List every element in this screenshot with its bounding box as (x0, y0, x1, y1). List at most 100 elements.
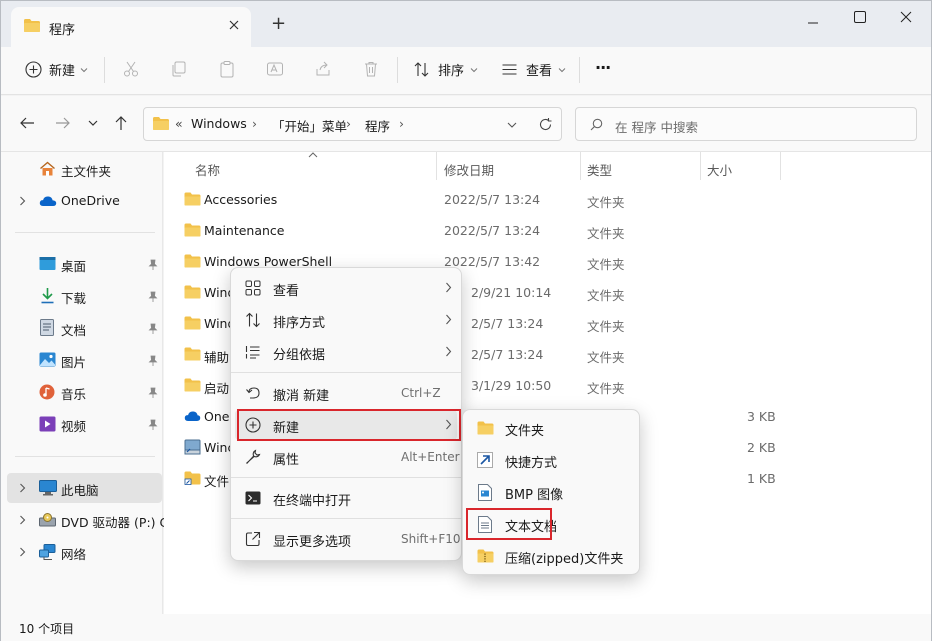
highlight-box-text-document (466, 508, 552, 540)
breadcrumb-overflow[interactable]: « (175, 116, 183, 131)
close-window-icon[interactable] (899, 10, 913, 24)
chevron-right-icon (445, 346, 452, 357)
pin-icon[interactable] (148, 259, 158, 271)
column-divider[interactable] (780, 152, 781, 180)
nav-item-network[interactable]: 网络 (1, 537, 163, 567)
menu-item-sort[interactable]: 排序方式 (235, 305, 457, 335)
breadcrumb-separator: › (399, 116, 404, 131)
nav-item-onedrive[interactable]: OneDrive (1, 186, 163, 216)
nav-item-music[interactable]: 音乐 (1, 377, 163, 407)
nav-item-downloads[interactable]: 下载 (1, 281, 163, 311)
menu-label: 显示更多选项 (273, 535, 352, 550)
music-icon (39, 384, 55, 400)
back-arrow-icon[interactable] (19, 116, 35, 130)
nav-item-documents[interactable]: 文档 (1, 313, 163, 343)
sort-icon (245, 312, 261, 328)
file-date: 2/9/21 10:14 (471, 285, 552, 300)
submenu-item-folder[interactable]: 文件夹 (467, 413, 635, 443)
toolbar-divider (579, 57, 580, 83)
nav-item-videos[interactable]: 视频 (1, 409, 163, 439)
navigation-pane: 主文件夹 OneDrive 桌面 下载 文档 图片 音乐 视频 此电脑 DVD … (1, 152, 168, 614)
forward-arrow-icon[interactable] (55, 116, 71, 130)
folder-icon (477, 421, 494, 435)
column-header-date[interactable]: 修改日期 (444, 160, 494, 179)
nav-item-desktop[interactable]: 桌面 (1, 249, 163, 279)
address-dropdown-icon[interactable] (506, 121, 518, 129)
nav-item-this-pc[interactable]: 此电脑 (7, 473, 162, 503)
file-size: 2 KB (747, 440, 776, 455)
nav-label-downloads: 下载 (61, 291, 87, 306)
menu-label: 在终端中打开 (273, 494, 352, 509)
search-box[interactable]: 在 程序 中搜索 (575, 107, 917, 141)
shortcut-arrow-icon (477, 452, 493, 468)
terminal-icon (245, 490, 261, 506)
minimize-icon[interactable] (806, 16, 820, 30)
file-date: 2022/5/7 13:24 (444, 192, 541, 207)
delete-icon[interactable] (362, 60, 380, 78)
up-arrow-icon[interactable] (114, 115, 128, 131)
table-row[interactable]: Accessories 2022/5/7 13:24 文件夹 (164, 184, 931, 215)
file-date: 2/5/7 13:24 (471, 316, 544, 331)
column-divider[interactable] (700, 152, 701, 180)
copy-icon[interactable] (170, 60, 188, 78)
new-button-label: 新建 (49, 64, 76, 79)
new-tab-button[interactable]: + (271, 13, 286, 34)
nav-divider (15, 232, 155, 233)
menu-item-group[interactable]: 分组依据 (235, 337, 457, 367)
nav-label-dvd: DVD 驱动器 (P:) C (61, 515, 169, 530)
new-button[interactable]: 新建 (25, 60, 88, 79)
nav-item-home[interactable]: 主文件夹 (1, 154, 163, 184)
submenu-item-bmp[interactable]: BMP 图像 (467, 477, 635, 507)
sort-button[interactable]: 排序 (413, 60, 478, 79)
tab-programs[interactable]: 程序 (11, 7, 251, 47)
file-date: 3/1/29 10:50 (471, 378, 552, 393)
view-button-label: 查看 (526, 64, 553, 79)
file-name: 文件 (204, 474, 230, 489)
close-tab-icon[interactable] (227, 18, 241, 32)
pin-icon[interactable] (148, 355, 158, 367)
column-header-name[interactable]: 名称 (195, 160, 220, 179)
menu-item-more-options[interactable]: 显示更多选项 Shift+F10 (235, 524, 461, 554)
column-header-type[interactable]: 类型 (587, 160, 612, 179)
menu-item-view[interactable]: 查看 (235, 273, 457, 303)
rename-icon[interactable] (266, 60, 284, 78)
view-button[interactable]: 查看 (501, 60, 566, 79)
menu-item-terminal[interactable]: 在终端中打开 (235, 483, 457, 513)
share-icon[interactable] (314, 60, 332, 78)
menu-item-properties[interactable]: 属性 Alt+Enter (235, 442, 460, 472)
address-row: « Windows › 「开始」菜单 › 程序 › 在 程序 中搜索 (1, 96, 931, 152)
pin-icon[interactable] (148, 323, 158, 335)
address-bar[interactable]: « Windows › 「开始」菜单 › 程序 › (143, 107, 562, 141)
column-divider[interactable] (580, 152, 581, 180)
search-placeholder: 在 程序 中搜索 (615, 120, 698, 135)
breadcrumb-start-menu[interactable]: 「开始」菜单 (272, 116, 347, 135)
menu-item-undo[interactable]: 撤消 新建 Ctrl+Z (235, 378, 457, 408)
pin-icon[interactable] (148, 419, 158, 431)
more-options-button[interactable]: ··· (595, 58, 611, 77)
submenu-item-zip[interactable]: 压缩(zipped)文件夹 (467, 541, 635, 571)
column-header-size[interactable]: 大小 (707, 160, 732, 179)
maximize-icon[interactable] (853, 10, 867, 24)
chevron-right-icon[interactable] (19, 483, 26, 493)
chevron-right-icon[interactable] (19, 196, 26, 206)
nav-label-onedrive: OneDrive (61, 193, 120, 208)
file-name: 启动 (204, 381, 230, 396)
nav-item-pictures[interactable]: 图片 (1, 345, 163, 375)
pin-icon[interactable] (148, 291, 158, 303)
nav-item-dvd[interactable]: DVD 驱动器 (P:) C (1, 505, 168, 535)
download-arrow-icon (40, 287, 55, 304)
table-row[interactable]: Maintenance 2022/5/7 13:24 文件夹 (164, 215, 931, 246)
breadcrumb-windows[interactable]: Windows (191, 116, 247, 131)
breadcrumb-programs[interactable]: 程序 (365, 116, 390, 135)
menu-label: 压缩(zipped)文件夹 (505, 552, 624, 567)
cut-icon[interactable] (122, 60, 140, 78)
chevron-right-icon[interactable] (19, 547, 26, 557)
refresh-icon[interactable] (538, 117, 553, 132)
submenu-item-shortcut[interactable]: 快捷方式 (467, 445, 635, 475)
recent-chevron-icon[interactable] (87, 119, 99, 127)
column-divider[interactable] (436, 152, 437, 180)
pin-icon[interactable] (148, 387, 158, 399)
breadcrumb-separator: › (346, 116, 351, 131)
chevron-right-icon[interactable] (19, 515, 26, 525)
paste-icon[interactable] (218, 60, 236, 78)
